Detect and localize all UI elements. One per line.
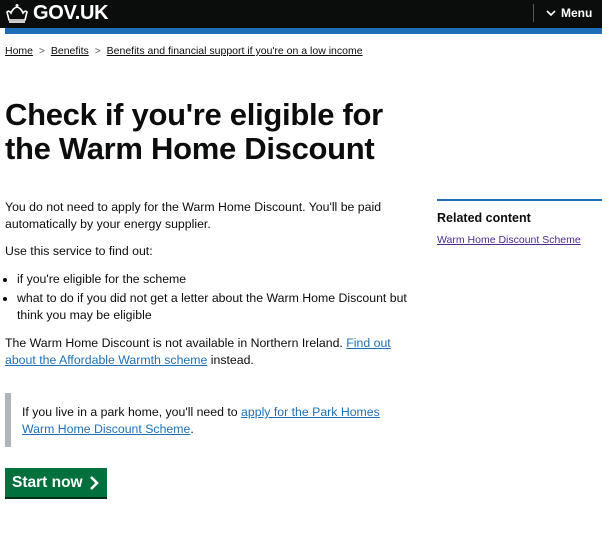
breadcrumb: Home > Benefits > Benefits and financial… xyxy=(5,45,363,57)
park-home-text: If you live in a park home, you'll need … xyxy=(22,404,412,437)
breadcrumb-home[interactable]: Home xyxy=(5,45,33,57)
page-title: Check if you're eligible for the Warm Ho… xyxy=(5,97,383,166)
start-now-button[interactable]: Start now xyxy=(5,468,107,497)
inset-suffix: . xyxy=(190,421,194,436)
inset-text: If you live in a park home, you'll need … xyxy=(5,393,421,447)
related-heading: Related content xyxy=(437,211,531,225)
related-link-warm-home-discount[interactable]: Warm Home Discount Scheme xyxy=(437,234,602,246)
header-accent-bar xyxy=(5,28,602,34)
start-button-label: Start now xyxy=(12,473,83,491)
logo-text: GOV.UK xyxy=(33,2,109,24)
northern-ireland-text: The Warm Home Discount is not available … xyxy=(5,335,420,368)
list-item: what to do if you did not get a letter a… xyxy=(17,290,420,323)
chevron-right-icon xyxy=(89,475,99,490)
use-service-text: Use this service to find out: xyxy=(5,244,153,258)
main-content: You do not need to apply for the Warm Ho… xyxy=(5,199,420,379)
crown-icon xyxy=(6,3,28,23)
related-content: Related content Warm Home Discount Schem… xyxy=(437,199,602,246)
menu-button[interactable]: Menu xyxy=(546,6,592,20)
chevron-right-icon: > xyxy=(94,45,101,57)
eligibility-list: if you're eligible for the scheme what t… xyxy=(5,271,420,324)
chevron-right-icon: > xyxy=(39,45,45,57)
list-item: if you're eligible for the scheme xyxy=(17,271,420,288)
ni-text: The Warm Home Discount is not available … xyxy=(5,336,343,350)
intro-text: You do not need to apply for the Warm Ho… xyxy=(5,200,382,231)
menu-label: Menu xyxy=(561,6,593,20)
breadcrumb-low-income[interactable]: Benefits and financial support if you're… xyxy=(107,45,363,57)
menu-divider xyxy=(533,4,534,22)
breadcrumb-benefits[interactable]: Benefits xyxy=(51,45,89,57)
site-header: GOV.UK Menu xyxy=(0,0,602,28)
ni-suffix: instead. xyxy=(210,352,254,367)
inset-text-body: If you live in a park home, you'll need … xyxy=(22,405,238,419)
chevron-down-icon xyxy=(546,9,556,16)
govuk-logo[interactable]: GOV.UK xyxy=(5,2,109,25)
